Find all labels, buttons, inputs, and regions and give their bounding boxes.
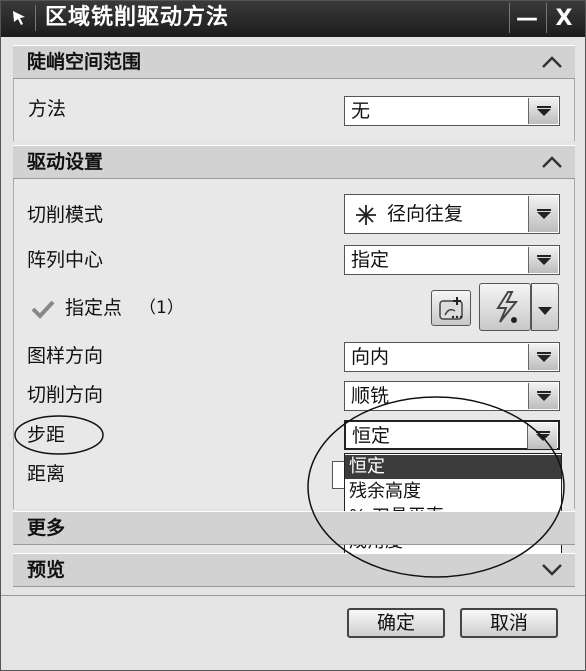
- annotation-overlay: [14, 396, 565, 578]
- stepover-label-circle: [14, 415, 104, 455]
- dialog-window: 区域铣削驱动方法 — X 陡峭空间范围 方法 无 驱动设置 切削模式 径向往复 …: [0, 0, 586, 671]
- stepover-options-circle: [307, 396, 565, 578]
